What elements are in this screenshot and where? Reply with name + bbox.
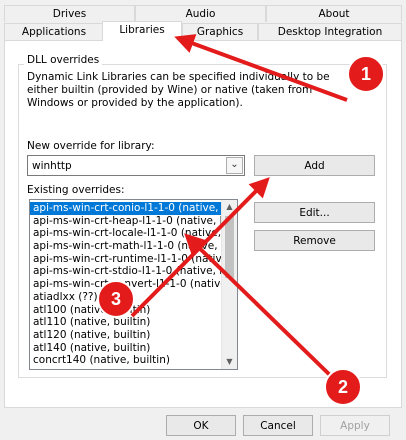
annotation-badge-3: 3 [97,280,135,318]
tab-about[interactable]: About [266,5,402,22]
annotation-badge-1: 1 [347,55,385,93]
description-text: Dynamic Link Libraries can be specified … [27,71,330,109]
tab-graphics[interactable]: Graphics [182,23,258,40]
list-item[interactable]: concrt140 (native, builtin) [30,354,222,367]
add-button[interactable]: Add [254,155,375,176]
existing-overrides-list[interactable]: api-ms-win-crt-conio-l1-1-0 (native, bui… [29,199,238,370]
list-item[interactable]: atl110 (native, builtin) [30,316,222,329]
list-item[interactable]: api-ms-win-crt-stdio-l1-1-0 (native, bui… [30,265,222,278]
new-override-combobox[interactable]: winhttp ⌄ [27,155,245,176]
annotation-badge-2: 2 [324,368,362,406]
list-scrollbar[interactable]: ▲ ▼ [221,200,237,369]
new-override-label: New override for library: [27,140,155,152]
scroll-down-icon[interactable]: ▼ [222,355,237,369]
list-item[interactable]: api-ms-win-crt-conio-l1-1-0 (native, bui… [30,202,222,215]
cancel-button[interactable]: Cancel [243,415,313,436]
chevron-down-icon[interactable]: ⌄ [226,157,243,174]
existing-overrides-label: Existing overrides: [27,184,125,196]
list-item[interactable]: atl140 (native, builtin) [30,342,222,355]
remove-button[interactable]: Remove [254,230,375,251]
apply-button[interactable]: Apply [320,415,390,436]
new-override-input[interactable]: winhttp [32,159,72,173]
list-item[interactable]: api-ms-win-crt-heap-l1-1-0 (native, buil… [30,215,222,228]
scroll-thumb[interactable] [225,216,234,278]
list-item[interactable]: api-ms-win-crt-locale-l1-1-0 (native, bu… [30,227,222,240]
tab-audio[interactable]: Audio [135,5,266,22]
tab-libraries[interactable]: Libraries [102,21,182,41]
tab-drives[interactable]: Drives [4,5,135,22]
tab-applications[interactable]: Applications [4,23,104,40]
list-item[interactable]: api-ms-win-crt-math-l1-1-0 (native, buil… [30,240,222,253]
group-title: DLL overrides [24,53,103,67]
ok-button[interactable]: OK [166,415,236,436]
list-item[interactable]: atl120 (native, builtin) [30,329,222,342]
scroll-up-icon[interactable]: ▲ [222,200,237,214]
list-item[interactable]: api-ms-win-crt-runtime-l1-1-0 (native, b… [30,253,222,266]
edit-button[interactable]: Edit... [254,202,375,223]
tab-desktop-integration[interactable]: Desktop Integration [258,23,402,40]
